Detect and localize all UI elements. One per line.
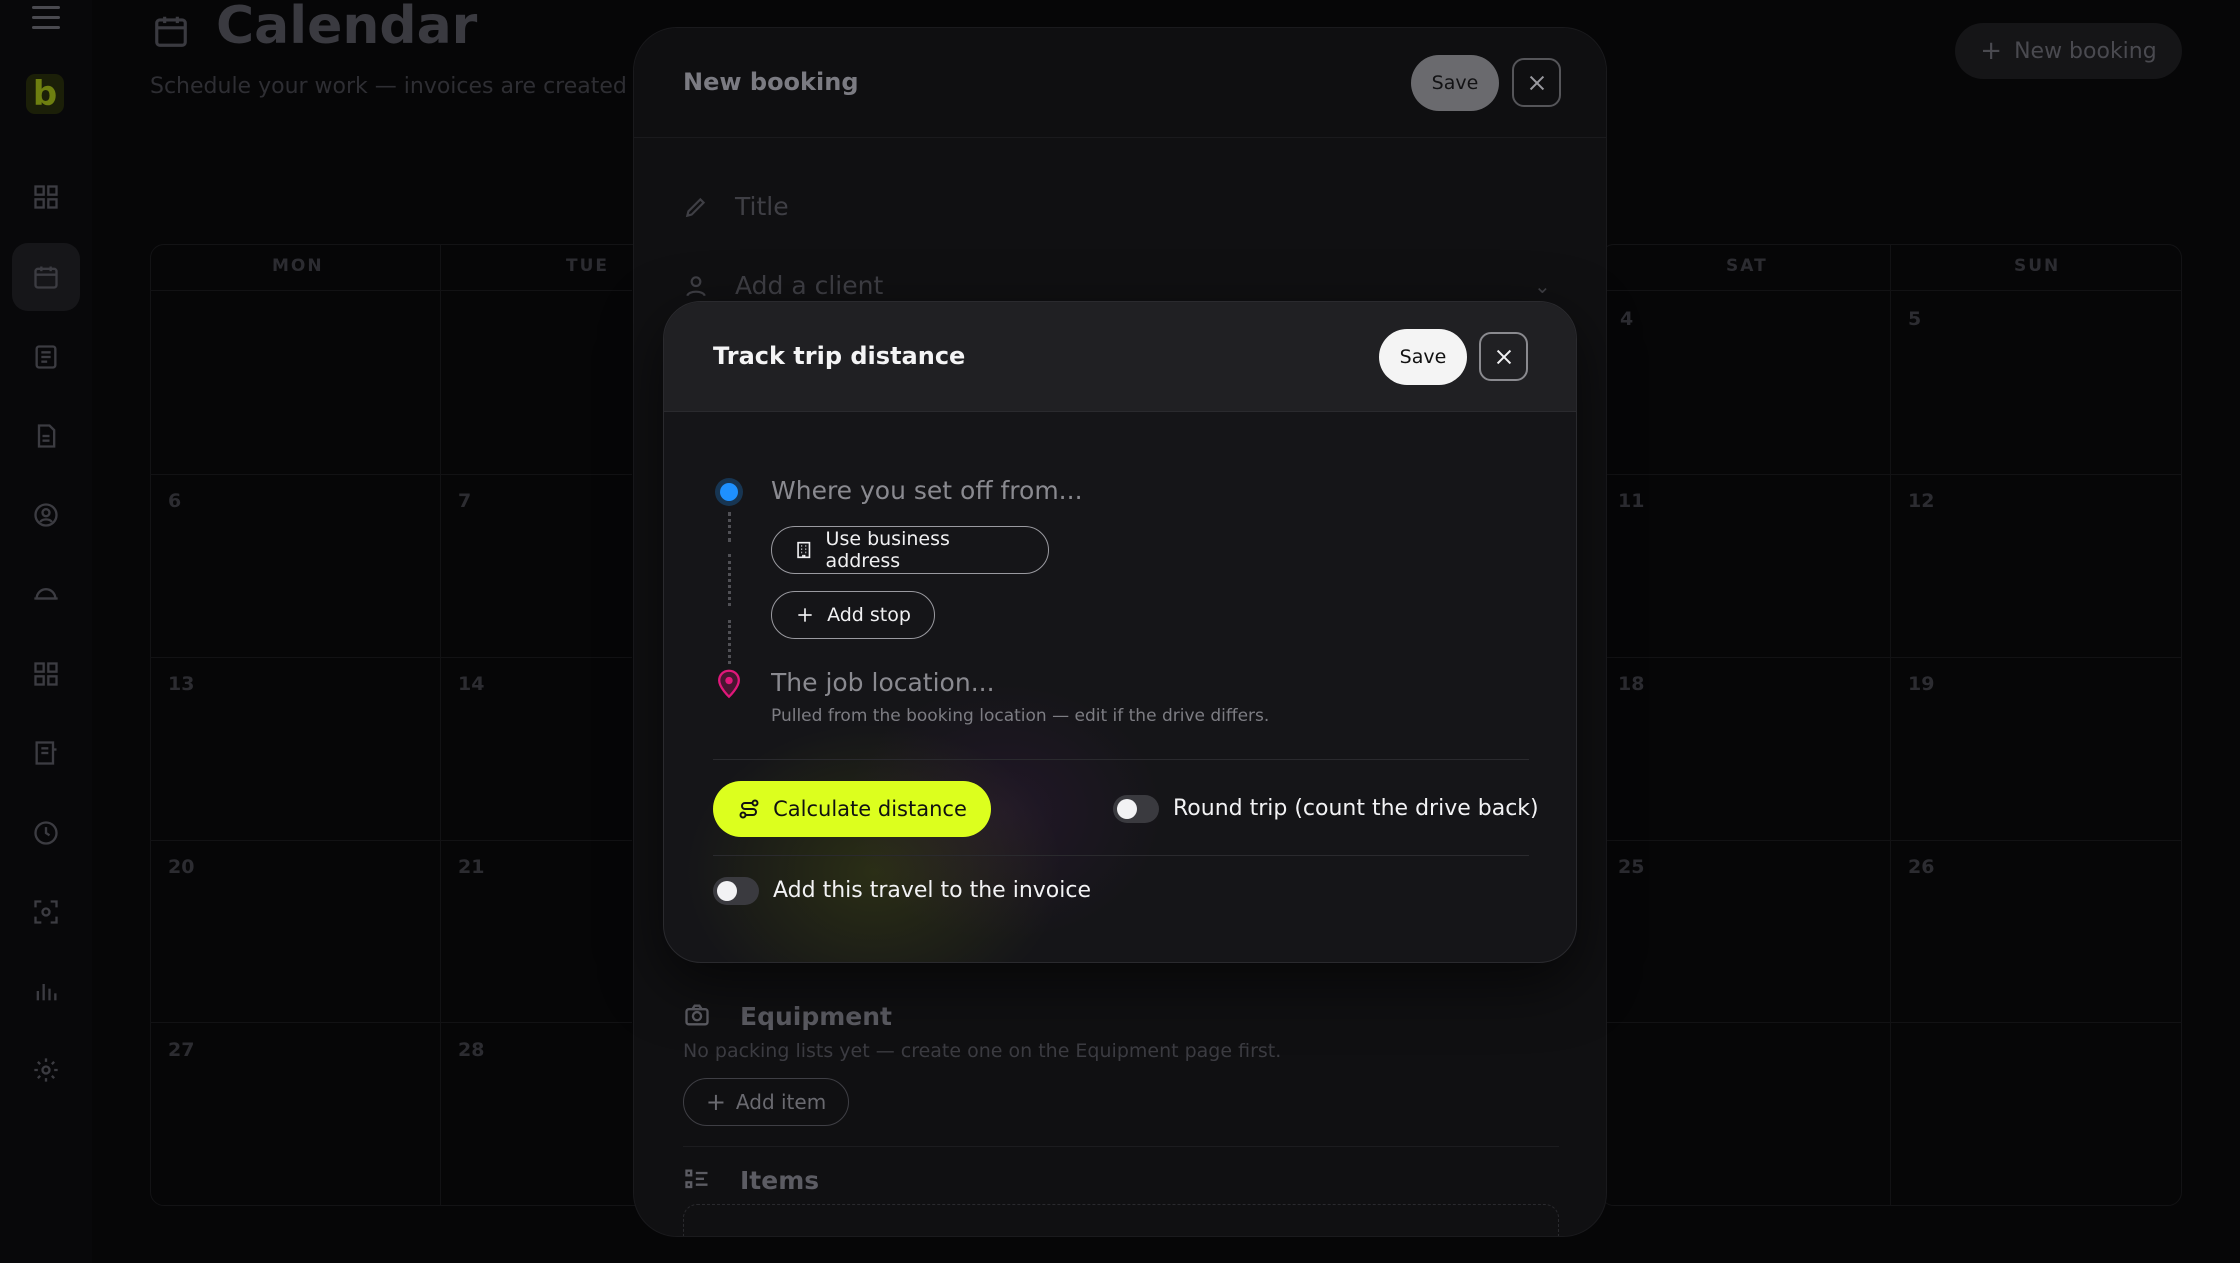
date-cell[interactable]: 21 bbox=[458, 856, 484, 878]
equipment-title: Equipment bbox=[740, 1002, 892, 1031]
new-booking-button[interactable]: + New booking bbox=[1955, 23, 2182, 79]
use-business-address-button[interactable]: Use business address bbox=[771, 526, 1049, 574]
booking-client-field[interactable]: Add a client bbox=[683, 271, 883, 300]
calculate-distance-label: Calculate distance bbox=[773, 797, 967, 821]
divider bbox=[713, 855, 1529, 856]
page-title: Calendar bbox=[216, 0, 478, 56]
start-dot-icon bbox=[715, 478, 743, 506]
date-cell[interactable]: 18 bbox=[1618, 673, 1644, 695]
title-placeholder: Title bbox=[735, 192, 789, 221]
route-icon bbox=[739, 799, 759, 819]
date-cell[interactable]: 20 bbox=[168, 856, 194, 878]
date-cell[interactable]: 6 bbox=[168, 490, 181, 512]
date-cell[interactable]: 12 bbox=[1908, 490, 1934, 512]
booking-save-button[interactable]: Save bbox=[1411, 55, 1499, 111]
scan-icon[interactable] bbox=[12, 878, 80, 946]
apps-icon[interactable] bbox=[12, 640, 80, 708]
date-cell[interactable]: 26 bbox=[1908, 856, 1934, 878]
add-to-invoice-toggle[interactable] bbox=[713, 877, 759, 905]
date-cell[interactable]: 5 bbox=[1908, 308, 1921, 330]
page-subtitle: Schedule your work — invoices are create… bbox=[150, 74, 630, 99]
calendar-title-icon bbox=[155, 16, 187, 47]
vehicle-icon[interactable] bbox=[12, 561, 80, 629]
job-location-input[interactable] bbox=[771, 662, 1471, 702]
location-pin-icon bbox=[718, 669, 740, 699]
booking-close-button[interactable] bbox=[1512, 58, 1561, 107]
plus-icon: + bbox=[1980, 36, 2003, 66]
equipment-note: No packing lists yet — create one on the… bbox=[683, 1040, 1282, 1062]
menu-icon[interactable] bbox=[32, 6, 60, 30]
date-cell[interactable]: 19 bbox=[1908, 673, 1934, 695]
close-icon bbox=[1496, 349, 1511, 364]
add-stop-label: Add stop bbox=[827, 604, 911, 626]
start-location-input[interactable] bbox=[771, 470, 1471, 510]
date-cell[interactable]: 27 bbox=[168, 1039, 194, 1061]
trip-header: Track trip distance Save bbox=[664, 302, 1576, 412]
divider bbox=[713, 759, 1529, 760]
items-title: Items bbox=[740, 1166, 820, 1195]
day-header-mon: MON bbox=[272, 256, 324, 276]
job-location-help: Pulled from the booking location — edit … bbox=[771, 706, 1270, 726]
day-header-sat: SAT bbox=[1726, 256, 1768, 276]
invoices-icon[interactable] bbox=[12, 323, 80, 391]
add-to-invoice-label: Add this travel to the invoice bbox=[773, 878, 1091, 903]
clock-icon[interactable] bbox=[12, 799, 80, 867]
add-stop-button[interactable]: Add stop bbox=[771, 591, 935, 639]
analytics-icon[interactable] bbox=[12, 957, 80, 1025]
day-header-sun: SUN bbox=[2014, 256, 2061, 276]
add-item-label: Add item bbox=[735, 1090, 827, 1114]
user-icon bbox=[686, 275, 706, 296]
close-icon bbox=[1529, 75, 1544, 90]
calendar-nav-icon[interactable] bbox=[12, 243, 80, 311]
settings-icon[interactable] bbox=[12, 1036, 80, 1104]
booking-title-field[interactable]: Title bbox=[683, 192, 789, 221]
calculate-distance-button[interactable]: Calculate distance bbox=[713, 781, 991, 837]
use-business-address-label: Use business address bbox=[825, 528, 950, 572]
plus-icon bbox=[798, 608, 812, 622]
chevron-down-icon[interactable]: ⌄ bbox=[1534, 274, 1551, 298]
clients-icon[interactable] bbox=[12, 481, 80, 549]
building-icon bbox=[797, 541, 811, 559]
booking-header: New booking Save bbox=[634, 28, 1606, 138]
add-item-button[interactable]: + Add item bbox=[683, 1078, 849, 1126]
dashboard-icon[interactable] bbox=[12, 163, 80, 231]
day-header-tue: TUE bbox=[566, 256, 610, 276]
round-trip-label: Round trip (count the drive back) bbox=[1173, 796, 1539, 821]
booking-title: New booking bbox=[683, 68, 859, 96]
reports-icon[interactable] bbox=[12, 719, 80, 787]
date-cell[interactable]: 25 bbox=[1618, 856, 1644, 878]
sidebar: b bbox=[0, 0, 92, 1263]
new-booking-label: New booking bbox=[2014, 38, 2157, 64]
date-cell[interactable]: 4 bbox=[1620, 308, 1633, 330]
round-trip-toggle[interactable] bbox=[1113, 795, 1159, 823]
trip-title: Track trip distance bbox=[713, 342, 966, 370]
date-cell[interactable]: 7 bbox=[458, 490, 471, 512]
calendar-grid-right bbox=[1600, 244, 2182, 1206]
date-cell[interactable]: 11 bbox=[1618, 490, 1644, 512]
trip-close-button[interactable] bbox=[1479, 332, 1528, 381]
pencil-icon bbox=[685, 197, 706, 217]
camera-icon bbox=[685, 1004, 709, 1026]
date-cell[interactable]: 28 bbox=[458, 1039, 484, 1061]
date-cell[interactable]: 14 bbox=[458, 673, 484, 695]
plus-icon: + bbox=[705, 1088, 726, 1116]
list-icon bbox=[685, 1169, 708, 1189]
document-icon[interactable] bbox=[12, 402, 80, 470]
trip-save-button[interactable]: Save bbox=[1379, 329, 1467, 385]
client-placeholder: Add a client bbox=[735, 271, 884, 300]
trip-distance-modal: Track trip distance Save Use business ad… bbox=[663, 301, 1577, 963]
date-cell[interactable]: 13 bbox=[168, 673, 194, 695]
items-dropzone[interactable] bbox=[683, 1204, 1559, 1236]
app-logo: b bbox=[26, 74, 64, 114]
